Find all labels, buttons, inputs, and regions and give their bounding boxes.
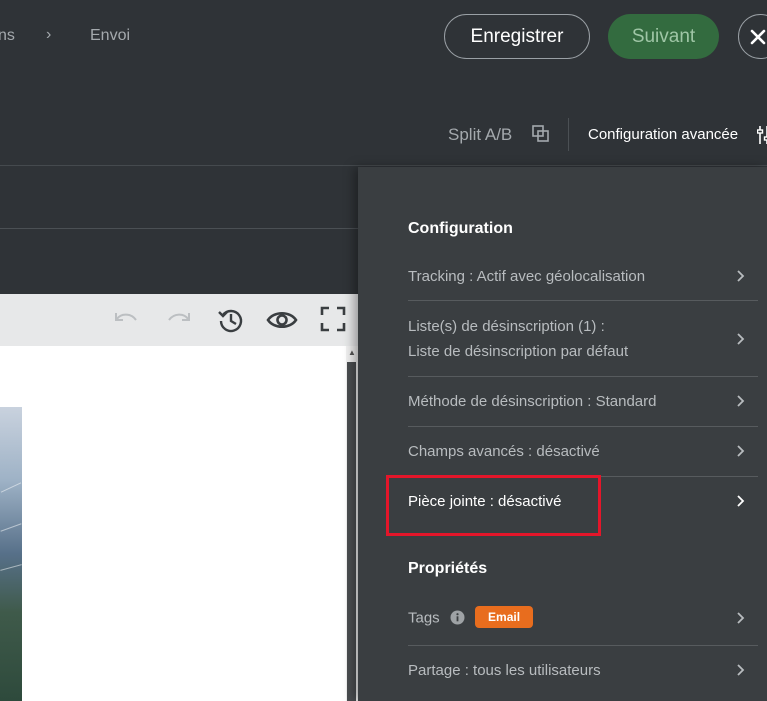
tags-label: Tags <box>408 609 440 627</box>
advanced-fields-row[interactable]: Champs avancés : désactivé <box>408 443 758 460</box>
split-icon[interactable] <box>531 124 551 144</box>
advanced-settings-icon[interactable] <box>757 125 767 145</box>
configuration-section-title: Configuration <box>408 220 513 237</box>
chevron-right-icon[interactable] <box>735 270 745 282</box>
attachment-highlight-box <box>386 475 601 536</box>
breadcrumb-previous-step[interactable]: ns <box>0 27 15 45</box>
unsubscribe-lists-row[interactable]: Liste(s) de désinscription (1) : Liste d… <box>408 318 758 360</box>
advanced-fields-label: Champs avancés : désactivé <box>408 443 600 460</box>
hero-image-detail <box>0 523 22 532</box>
email-hero-image[interactable] <box>0 407 22 701</box>
tags-row[interactable]: Tags Email <box>408 606 758 628</box>
chevron-right-icon[interactable] <box>735 445 745 457</box>
advanced-configuration-label[interactable]: Configuration avancée <box>588 126 738 143</box>
hero-image-detail <box>0 564 22 571</box>
chevron-right-icon[interactable] <box>735 664 745 676</box>
sharing-label: Partage : tous les utilisateurs <box>408 662 601 679</box>
tracking-row[interactable]: Tracking : Actif avec géolocalisation <box>408 268 758 285</box>
undo-icon[interactable] <box>112 306 140 332</box>
close-icon <box>750 29 766 44</box>
save-button[interactable]: Enregistrer <box>444 14 590 59</box>
hero-image-detail <box>0 482 22 493</box>
canvas-scrollbar-thumb[interactable] <box>347 362 356 701</box>
unsubscribe-method-row[interactable]: Méthode de désinscription : Standard <box>408 393 758 410</box>
tracking-label: Tracking : Actif avec géolocalisation <box>408 268 646 285</box>
email-canvas[interactable] <box>0 346 346 701</box>
history-icon[interactable] <box>217 306 245 334</box>
sharing-row[interactable]: Partage : tous les utilisateurs <box>408 662 758 679</box>
chevron-right-icon[interactable] <box>735 333 745 345</box>
properties-section-title: Propriétés <box>408 560 488 577</box>
breadcrumb-current-step[interactable]: Envoi <box>90 27 130 45</box>
redo-icon[interactable] <box>165 306 193 332</box>
next-button[interactable]: Suivant <box>608 14 719 59</box>
preview-eye-icon[interactable] <box>266 306 298 334</box>
info-icon[interactable] <box>450 610 465 625</box>
breadcrumb-separator: › <box>46 26 52 43</box>
split-ab-label[interactable]: Split A/B <box>448 125 512 145</box>
editor-band-middle <box>0 230 358 294</box>
close-button[interactable] <box>738 14 767 59</box>
editor-toolbar <box>0 294 358 346</box>
top-bar: ns › Envoi Enregistrer Suivant <box>0 0 767 75</box>
row-divider <box>408 426 758 427</box>
sub-toolbar: Split A/B Configuration avancée <box>0 75 767 166</box>
fullscreen-icon[interactable] <box>320 306 346 332</box>
subbar-divider <box>568 118 569 151</box>
unsubscribe-lists-value: Liste de désinscription par défaut <box>408 343 629 360</box>
editor-band-top <box>0 167 358 229</box>
scroll-up-arrow[interactable]: ▲ <box>346 348 358 358</box>
tag-badge-email[interactable]: Email <box>475 606 534 628</box>
unsubscribe-lists-label: Liste(s) de désinscription (1) : <box>408 318 605 335</box>
unsubscribe-method-label: Méthode de désinscription : Standard <box>408 393 657 410</box>
row-divider <box>408 376 758 377</box>
chevron-right-icon[interactable] <box>735 495 745 507</box>
row-divider <box>408 300 758 301</box>
chevron-right-icon[interactable] <box>735 395 745 407</box>
row-divider <box>408 645 758 646</box>
chevron-right-icon[interactable] <box>735 612 745 624</box>
